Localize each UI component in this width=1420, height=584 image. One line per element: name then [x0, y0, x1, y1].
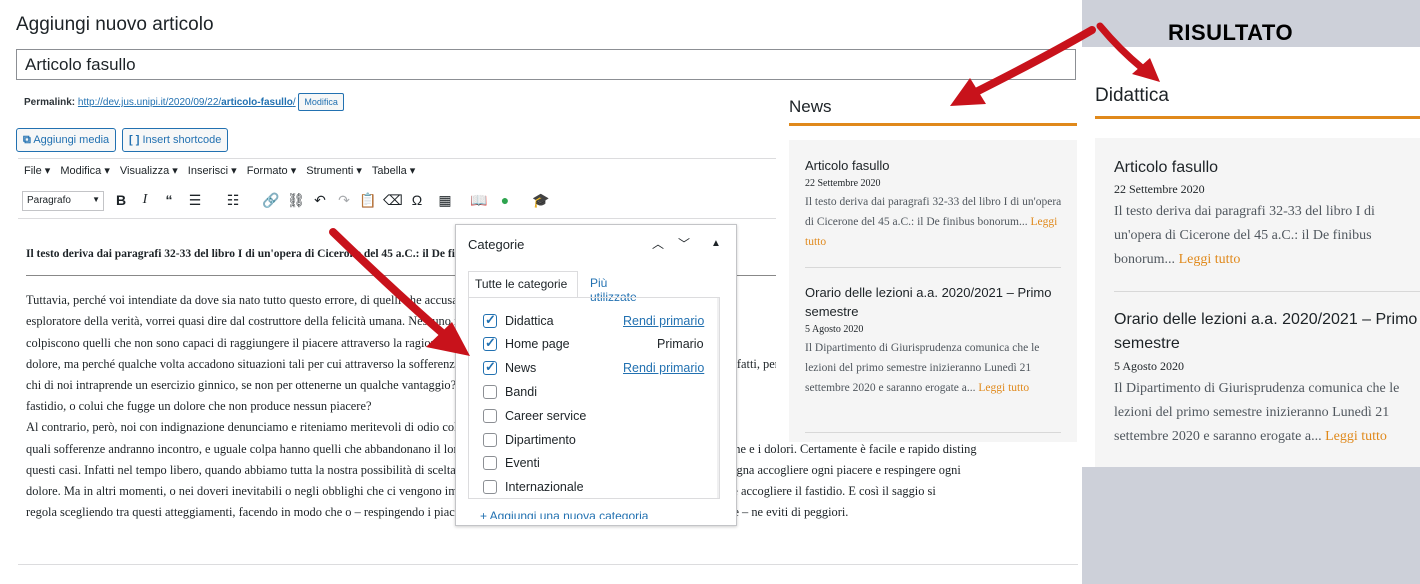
annotation-arrows: [329, 22, 1160, 356]
arrow-to-news: [950, 26, 1096, 106]
arrow-to-didattica: [1096, 22, 1160, 82]
arrow-to-categories: [329, 228, 470, 356]
